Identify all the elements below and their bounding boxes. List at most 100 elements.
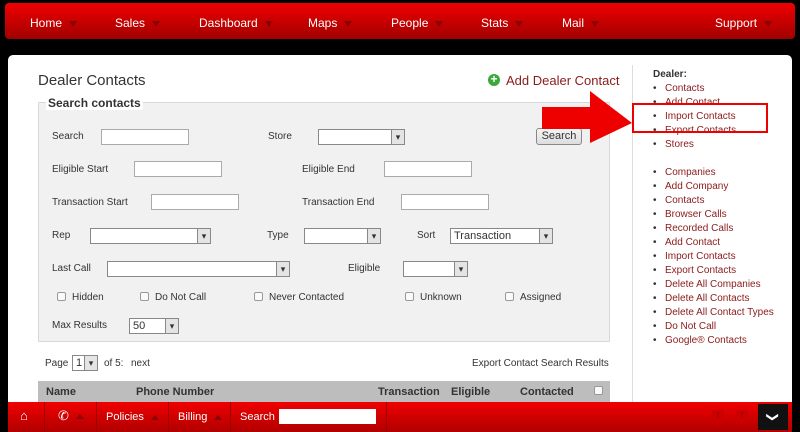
- col-phone[interactable]: Phone Number: [136, 386, 214, 398]
- sidebar-link[interactable]: Export Contacts: [653, 264, 774, 278]
- select-all-checkbox[interactable]: [594, 386, 603, 395]
- sidebar-link[interactable]: Delete All Companies: [653, 278, 774, 292]
- caret-up-icon: [214, 414, 223, 420]
- max-results-label: Max Results: [52, 320, 108, 331]
- nav-label: Home: [30, 16, 63, 30]
- bottom-search-label: Search: [240, 411, 275, 423]
- page-count: of 5:: [104, 358, 124, 369]
- caret-up-icon: [75, 414, 84, 420]
- page-select[interactable]: 1: [72, 355, 98, 371]
- assigned-checkbox[interactable]: [505, 292, 514, 301]
- page-title: Dealer Contacts: [38, 72, 146, 89]
- caret-down-icon: [591, 20, 600, 27]
- eligible-start-label: Eligible Start: [52, 164, 109, 175]
- phone-icon[interactable]: ✆: [58, 408, 84, 424]
- eligible-start-input[interactable]: [134, 161, 222, 177]
- plus-icon: +: [488, 73, 500, 86]
- red-arrow-annotation: [542, 91, 632, 143]
- nav-label: Mail: [562, 16, 585, 30]
- sidebar-link[interactable]: Delete All Contact Types: [653, 306, 774, 320]
- nav-maps[interactable]: Maps: [308, 16, 353, 30]
- transaction-end-label: Transaction End: [302, 197, 375, 208]
- billing-label: Billing: [178, 411, 208, 423]
- sidebar-link[interactable]: Stores: [653, 138, 774, 152]
- eligible-select[interactable]: [403, 261, 468, 277]
- caret-down-icon: [264, 20, 273, 27]
- transaction-start-input[interactable]: [151, 194, 239, 210]
- caret-down-icon: [435, 20, 444, 27]
- never-contacted-label: Never Contacted: [269, 292, 345, 303]
- nav-label: Maps: [308, 16, 338, 30]
- nav-sales[interactable]: Sales: [115, 16, 161, 30]
- do-not-call-checkbox[interactable]: [140, 292, 149, 301]
- sidebar-link[interactable]: Google® Contacts: [653, 334, 774, 348]
- sidebar-heading: Dealer:: [653, 69, 687, 80]
- unknown-checkbox[interactable]: [405, 292, 414, 301]
- nav-home[interactable]: Home: [30, 16, 78, 30]
- billing-menu[interactable]: Billing: [178, 411, 223, 423]
- sidebar-group-general: CompaniesAdd CompanyContactsBrowser Call…: [653, 166, 774, 348]
- last-call-select[interactable]: [107, 261, 290, 277]
- max-results-select[interactable]: 50: [129, 318, 179, 334]
- facebook-icon[interactable]: f: [736, 410, 748, 423]
- nav-support[interactable]: Support: [715, 16, 773, 30]
- transaction-start-label: Transaction Start: [52, 197, 128, 208]
- eligible-end-input[interactable]: [384, 161, 472, 177]
- col-name[interactable]: Name: [46, 386, 76, 398]
- policies-label: Policies: [106, 411, 144, 423]
- unknown-label: Unknown: [420, 292, 462, 303]
- sidebar-link[interactable]: Import Contacts: [653, 250, 774, 264]
- export-results-link[interactable]: Export Contact Search Results: [472, 358, 609, 369]
- never-contacted-checkbox[interactable]: [254, 292, 263, 301]
- nav-dashboard[interactable]: Dashboard: [199, 16, 273, 30]
- eligible-label: Eligible: [348, 263, 381, 274]
- rep-select[interactable]: [90, 228, 211, 244]
- rep-label: Rep: [52, 230, 71, 241]
- col-contacted[interactable]: Contacted: [520, 386, 574, 398]
- eligible-end-label: Eligible End: [302, 164, 355, 175]
- sort-label: Sort: [417, 230, 436, 241]
- sidebar-link[interactable]: Contacts: [653, 194, 774, 208]
- sidebar-link[interactable]: Add Company: [653, 180, 774, 194]
- nav-label: People: [391, 16, 429, 30]
- sidebar-link[interactable]: Recorded Calls: [653, 222, 774, 236]
- nav-people[interactable]: People: [391, 16, 444, 30]
- sort-select[interactable]: Transaction: [450, 228, 553, 244]
- nav-stats[interactable]: Stats: [481, 16, 524, 30]
- page-label: Page: [45, 358, 69, 369]
- do-not-call-label: Do Not Call: [155, 292, 207, 303]
- twitter-icon[interactable]: t: [712, 410, 724, 423]
- transaction-end-input[interactable]: [401, 194, 489, 210]
- hidden-label: Hidden: [72, 292, 104, 303]
- hidden-checkbox[interactable]: [57, 292, 66, 301]
- caret-down-icon: [69, 20, 78, 27]
- search-input[interactable]: [101, 129, 189, 145]
- top-nav: Home Sales Dashboard Maps People Stats M…: [5, 3, 795, 39]
- home-icon[interactable]: ⌂: [20, 408, 28, 423]
- sidebar-link[interactable]: Add Contact: [653, 236, 774, 250]
- collapse-chevron-icon[interactable]: ❯: [758, 404, 788, 430]
- bottom-search-input[interactable]: [279, 409, 376, 424]
- type-select[interactable]: [304, 228, 381, 244]
- sidebar-link[interactable]: Companies: [653, 166, 774, 180]
- sidebar-link[interactable]: Delete All Contacts: [653, 292, 774, 306]
- policies-menu[interactable]: Policies: [106, 411, 159, 423]
- bottom-bar: ⌂ ✆ Policies Billing Search t f ❯: [8, 402, 792, 432]
- caret-up-icon: [150, 414, 159, 420]
- sidebar-link[interactable]: Do Not Call: [653, 320, 774, 334]
- sidebar-link[interactable]: Contacts: [653, 82, 774, 96]
- nav-label: Support: [715, 16, 758, 30]
- col-transaction[interactable]: Transaction: [378, 386, 440, 398]
- type-label: Type: [267, 230, 289, 241]
- nav-label: Dashboard: [199, 16, 258, 30]
- store-select[interactable]: [318, 129, 405, 145]
- sidebar-link[interactable]: Browser Calls: [653, 208, 774, 222]
- caret-down-icon: [152, 20, 161, 27]
- search-legend: Search contacts: [46, 96, 143, 110]
- col-eligible[interactable]: Eligible: [451, 386, 490, 398]
- nav-label: Sales: [115, 16, 146, 30]
- last-call-label: Last Call: [52, 263, 91, 274]
- next-link[interactable]: next: [131, 358, 150, 369]
- nav-mail[interactable]: Mail: [562, 16, 600, 30]
- nav-label: Stats: [481, 16, 509, 30]
